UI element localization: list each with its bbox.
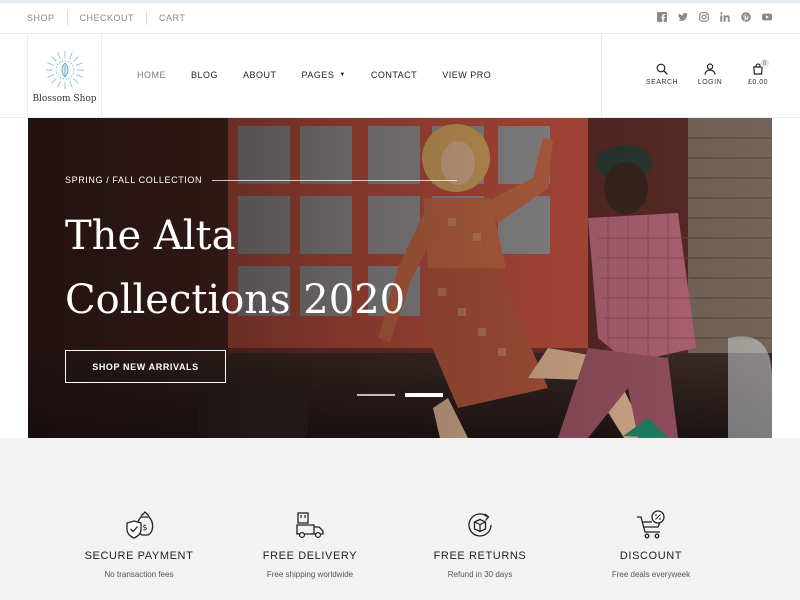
nav-blog[interactable]: BLOG: [191, 70, 218, 80]
features-section: $ SECURE PAYMENT No transaction fees FRE…: [0, 438, 800, 600]
hero-title: The Alta Collections 2020: [65, 204, 465, 332]
nav-contact[interactable]: CONTACT: [371, 70, 417, 80]
top-bar: SHOP CHECKOUT CART: [0, 0, 800, 34]
top-link-shop[interactable]: SHOP: [27, 11, 67, 25]
delivery-truck-icon: [296, 512, 324, 539]
nav-about[interactable]: ABOUT: [243, 70, 277, 80]
hero-title-line-1: The Alta: [65, 213, 236, 259]
slider-dot-2[interactable]: [405, 393, 443, 397]
feature-secure-payment: $ SECURE PAYMENT No transaction fees: [54, 510, 224, 579]
hero-slider: SPRING / FALL COLLECTION The Alta Collec…: [28, 118, 772, 438]
shop-new-arrivals-button[interactable]: SHOP NEW ARRIVALS: [65, 350, 226, 383]
feature-desc: Refund in 30 days: [447, 570, 513, 579]
caret-down-icon: ▼: [339, 72, 346, 78]
login-button[interactable]: LOGIN: [694, 63, 726, 86]
feature-title: SECURE PAYMENT: [84, 550, 194, 562]
feature-title: FREE RETURNS: [433, 550, 527, 562]
slider-dot-1[interactable]: [357, 394, 395, 396]
cart-count-badge: 0: [760, 59, 769, 68]
top-link-checkout[interactable]: CHECKOUT: [66, 11, 147, 25]
login-label: LOGIN: [697, 79, 723, 86]
search-icon: [656, 63, 668, 75]
hero-subtitle-row: SPRING / FALL COLLECTION: [65, 175, 458, 185]
returns-box-icon: [468, 513, 492, 537]
pinterest-icon[interactable]: [741, 12, 751, 22]
cart-total: £0.00: [747, 79, 769, 86]
discount-cart-icon: [637, 510, 665, 539]
hero-title-line-2: Collections 2020: [65, 277, 406, 323]
top-links: SHOP CHECKOUT CART: [27, 11, 197, 25]
svg-text:$: $: [142, 523, 147, 532]
search-button[interactable]: SEARCH: [646, 63, 678, 86]
instagram-icon[interactable]: [699, 12, 709, 22]
logo-text: Blossom Shop: [32, 94, 97, 104]
facebook-icon[interactable]: [657, 12, 667, 22]
youtube-icon[interactable]: [762, 12, 772, 22]
hero-subtitle: SPRING / FALL COLLECTION: [65, 175, 203, 185]
feature-desc: Free deals everyweek: [611, 570, 691, 579]
logo-flower-icon: [45, 51, 84, 89]
hero-subtitle-line: [212, 179, 458, 181]
nav-home[interactable]: HOME: [137, 70, 166, 80]
twitter-icon[interactable]: [678, 12, 688, 22]
header-divider: [601, 34, 602, 118]
feature-free-delivery: FREE DELIVERY Free shipping worldwide: [225, 510, 395, 579]
social-links: [657, 12, 772, 22]
feature-title: DISCOUNT: [619, 550, 683, 562]
search-label: SEARCH: [645, 79, 679, 86]
top-link-cart[interactable]: CART: [146, 11, 197, 25]
feature-desc: No transaction fees: [104, 570, 174, 579]
cart-button[interactable]: 0 £0.00: [742, 59, 774, 86]
site-header: Blossom Shop HOME BLOG ABOUT PAGES ▼ CON…: [0, 34, 800, 118]
logo[interactable]: Blossom Shop: [27, 34, 102, 118]
slider-pagination: [357, 393, 443, 397]
nav-view-pro[interactable]: VIEW PRO: [442, 70, 491, 80]
nav-pages-label: PAGES: [301, 70, 335, 80]
user-icon: [704, 63, 716, 75]
feature-free-returns: FREE RETURNS Refund in 30 days: [395, 510, 565, 579]
linkedin-icon[interactable]: [720, 12, 730, 22]
main-nav: HOME BLOG ABOUT PAGES ▼ CONTACT VIEW PRO: [137, 70, 516, 80]
feature-desc: Free shipping worldwide: [266, 570, 354, 579]
header-actions: SEARCH LOGIN 0 £0.00: [646, 59, 774, 86]
nav-pages[interactable]: PAGES ▼: [302, 70, 346, 80]
money-bag-shield-icon: $: [126, 511, 154, 539]
feature-discount: DISCOUNT Free deals everyweek: [566, 510, 736, 579]
feature-title: FREE DELIVERY: [262, 550, 358, 562]
